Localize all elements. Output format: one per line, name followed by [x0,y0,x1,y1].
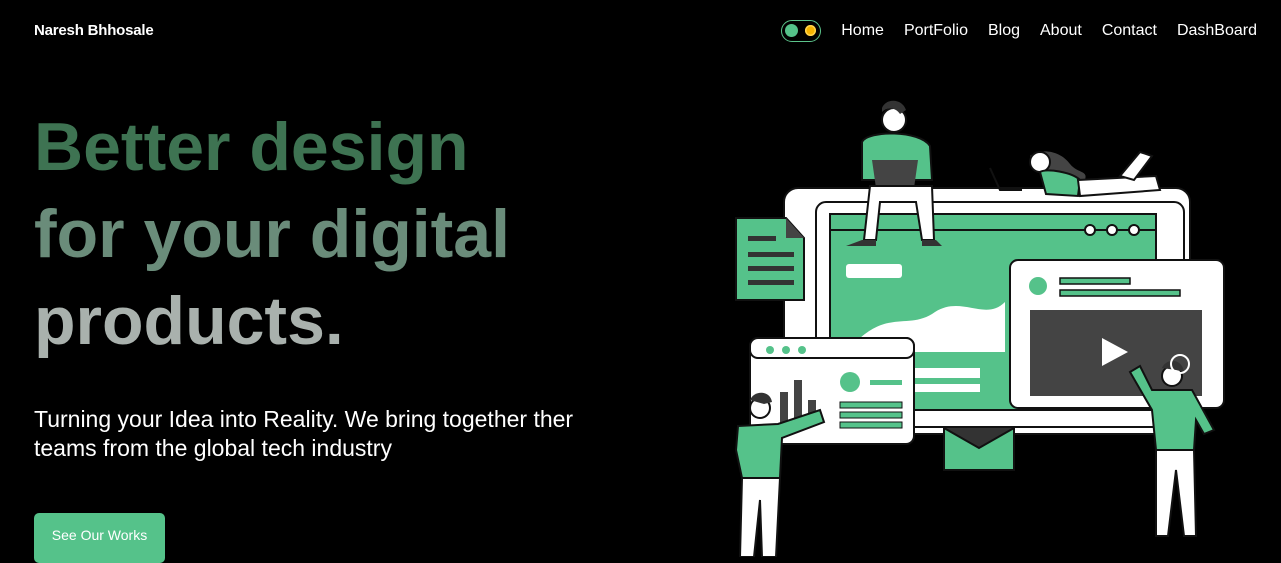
nav-home[interactable]: Home [841,22,884,40]
hero-subtitle: Turning your Idea into Reality. We bring… [34,406,574,461]
nav-portfolio[interactable]: PortFolio [904,22,968,40]
hero-title-line-3: products. [34,283,344,359]
hero-illustration [734,100,1225,557]
hero-title-line-1: Better design [34,109,469,185]
nav-contact[interactable]: Contact [1102,22,1157,40]
nav-dashboard[interactable]: DashBoard [1177,22,1257,40]
toggle-knob [785,24,799,37]
brand-logo[interactable]: Naresh Bhhosale [34,22,154,39]
main-nav: Home PortFolio Blog About Contact DashBo… [781,20,1257,42]
nav-about[interactable]: About [1040,22,1082,40]
see-our-works-button[interactable]: See Our Works [34,513,165,563]
document-illustration [735,217,805,301]
hero-title: Better design for your digital products. [34,104,510,365]
video-card-illustration [1009,259,1225,409]
nav-blog[interactable]: Blog [988,22,1020,40]
lying-person-illustration [989,150,1162,198]
hero-title-line-2: for your digital [34,196,510,272]
theme-toggle[interactable] [781,20,822,42]
sun-icon [805,25,817,36]
